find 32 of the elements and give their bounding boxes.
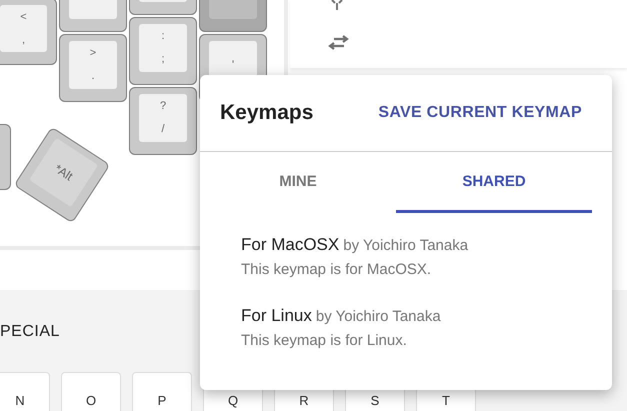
swap-icon[interactable]: [328, 35, 350, 51]
keyboard-key[interactable]: < ,: [0, 0, 57, 65]
keymap-name[interactable]: For MacOSX: [241, 235, 340, 254]
key-legend: ?: [160, 101, 166, 112]
keymap-name[interactable]: For Linux: [241, 306, 312, 325]
keymap-author: by Yoichiro Tanaka: [343, 237, 468, 254]
palette-key[interactable]: N: [0, 372, 50, 411]
key-legend: .: [91, 71, 95, 82]
palette-key[interactable]: O: [61, 372, 121, 411]
popup-title: Keymaps: [220, 101, 314, 125]
keyboard-key[interactable]: [0, 124, 11, 190]
keymap-description: This keymap is for Linux.: [241, 332, 408, 349]
keymap-author: by Yoichiro Tanaka: [316, 308, 441, 325]
key-legend: :: [161, 31, 165, 42]
keyboard-key[interactable]: *Alt: [14, 126, 110, 224]
sparkle-icon[interactable]: [330, 0, 344, 10]
key-legend: /: [161, 124, 165, 135]
tab[interactable]: SHARED: [396, 152, 592, 213]
tab[interactable]: MINE: [200, 152, 396, 213]
key-legend: <: [20, 12, 27, 22]
key-legend: ,: [22, 34, 26, 46]
key-legend: ;: [161, 54, 165, 65]
save-keymap-button[interactable]: SAVE CURRENT KEYMAP: [378, 104, 582, 122]
key-legend: >: [90, 48, 96, 59]
key-legend: *Alt: [52, 162, 75, 183]
key-legend: ': [232, 60, 234, 70]
palette-key[interactable]: P: [132, 372, 192, 411]
keyboard-key[interactable]: : ;: [129, 17, 197, 85]
keymap-description: This keymap is for MacOSX.: [241, 261, 432, 278]
keyboard-key[interactable]: > .: [59, 34, 127, 102]
category-tab[interactable]: PECIAL: [0, 323, 60, 341]
keyboard-key[interactable]: ? /: [129, 87, 197, 155]
